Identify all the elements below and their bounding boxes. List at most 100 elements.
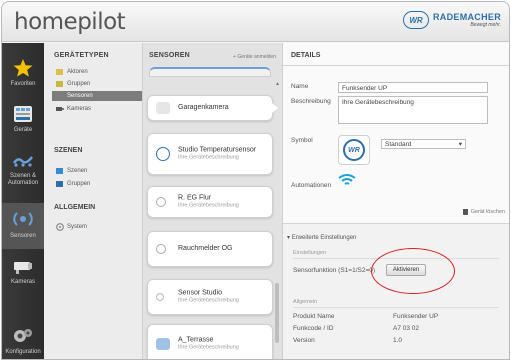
star-icon <box>13 59 33 77</box>
category-label: Sensoren <box>67 93 93 99</box>
camera-device-icon <box>156 102 170 114</box>
system-gear-icon <box>56 223 64 231</box>
name-input[interactable]: Funksender UP <box>338 82 488 93</box>
nav-label: Szenen & Automation <box>7 173 39 186</box>
name-label: Name <box>291 83 309 90</box>
divider <box>293 258 499 259</box>
scenes-item-gruppen[interactable]: Gruppen <box>56 179 142 189</box>
nav-label: Favoriten <box>10 81 36 87</box>
nav-favoriten[interactable]: Favoriten <box>2 59 44 88</box>
category-item-aktoren[interactable]: Aktoren <box>56 67 142 77</box>
szenen-icon <box>56 168 63 174</box>
delete-label: Gerät löschen <box>470 209 505 215</box>
wireless-signal-icon[interactable] <box>338 173 356 187</box>
main-navigation: Favoriten Geräte Szenen & Automation Sen… <box>2 43 44 359</box>
symbol-label: Symbol <box>291 137 313 144</box>
app-window: homepilot WR RADEMACHER Bewegt mehr. Fav… <box>1 1 510 360</box>
gruppen-icon <box>56 81 63 87</box>
sensor-name: A_Terrasse <box>178 336 214 344</box>
description-label: Beschreibung <box>291 98 331 105</box>
selected-arrow-icon <box>272 103 278 113</box>
window-sensor-icon <box>156 338 170 350</box>
info-row-label: Version <box>293 337 315 344</box>
brand-claim: Bewegt mehr. <box>470 22 501 28</box>
info-row-value: A7 03 02 <box>393 325 420 332</box>
symbol-select-value: Standard <box>385 140 412 148</box>
sensor-description: Ihre Gerätebeschreibung <box>178 154 239 161</box>
sensor-icon <box>13 212 33 226</box>
nav-label: Kameras <box>10 279 35 285</box>
smoke-detector-icon <box>156 197 166 207</box>
sensor-dot-icon <box>156 293 164 301</box>
aktoren-icon <box>56 69 63 75</box>
nav-sensoren[interactable]: Sensoren <box>2 203 44 249</box>
details-panel: DETAILS Name Funksender UP Beschreibung … <box>283 43 509 359</box>
nav-kameras[interactable]: Kameras <box>2 257 44 286</box>
app-logo: homepilot <box>14 9 126 35</box>
smoke-detector-icon <box>156 244 166 254</box>
scenes-title: SZENEN <box>54 147 83 154</box>
list-top-edge <box>149 67 271 77</box>
nav-geraete[interactable]: Geräte <box>2 105 44 134</box>
info-row-label: Funkcode / ID <box>293 325 334 332</box>
settings-heading: Einstellungen <box>293 250 327 256</box>
details-title: DETAILS <box>291 52 321 59</box>
sensor-card-garagenkamera[interactable]: Garagenkamera <box>147 95 278 121</box>
info-row-value: Funksender UP <box>393 313 439 320</box>
rademacher-symbol-icon: WR <box>343 139 365 161</box>
symbol-preview[interactable]: WR <box>338 135 370 165</box>
brand-logo: WR RADEMACHER Bewegt mehr. <box>403 11 501 29</box>
divider <box>293 307 499 308</box>
advanced-settings-section: ▾ Erweiterte Einstellungen Einstellungen… <box>283 223 509 359</box>
trash-icon <box>462 209 468 215</box>
sensor-description: Ihre Gerätebeschreibung <box>178 344 239 351</box>
list-scrollbar[interactable] <box>275 283 279 343</box>
info-row-value: 1.0 <box>393 337 403 344</box>
delete-device-link[interactable]: Gerät löschen <box>462 209 505 215</box>
category-label: Gruppen <box>67 181 91 187</box>
gears-icon <box>14 329 32 342</box>
header-bar: homepilot WR RADEMACHER Bewegt mehr. <box>2 2 509 42</box>
sensor-card-studio-temperatursensor[interactable]: Studio Temperatursensor Ihre Gerätebesch… <box>147 133 273 175</box>
general-title: ALLGEMEIN <box>54 204 96 211</box>
advanced-title: Erweiterte Einstellungen <box>291 235 357 241</box>
nav-label: Sensoren <box>10 233 36 239</box>
category-label: Aktoren <box>67 69 88 75</box>
sensors-title: SENSOREN <box>149 52 190 59</box>
sensor-card-r-eg-flur[interactable]: R. EG Flur Ihre Gerätebeschreibung <box>147 186 273 218</box>
sensor-name: Rauchmelder OG <box>178 245 233 252</box>
advanced-toggle[interactable]: ▾ Erweiterte Einstellungen <box>287 234 356 241</box>
camera-icon <box>14 262 32 274</box>
category-label: System <box>67 224 88 230</box>
symbol-select[interactable]: Standard ▾ <box>381 139 466 149</box>
sensor-card-sensor-studio[interactable]: Sensor Studio Ihre Gerätebeschreibung <box>147 279 273 315</box>
activate-button[interactable]: Aktivieren <box>386 264 426 276</box>
gruppen-blue-icon <box>56 181 63 187</box>
scenes-item-szenen[interactable]: Szenen <box>56 166 142 176</box>
category-item-gruppen[interactable]: Gruppen <box>56 79 142 89</box>
category-item-sensoren[interactable]: Sensoren <box>52 91 142 101</box>
category-title: GERÄTETYPEN <box>54 52 109 59</box>
category-label: Szenen <box>67 168 88 174</box>
sensor-description: Ihre Gerätebeschreibung <box>178 297 239 304</box>
camera-small-icon <box>56 107 64 111</box>
sensor-card-rauchmelder-og[interactable]: Rauchmelder OG <box>147 231 273 267</box>
nav-label: Konfiguration <box>5 349 41 355</box>
category-item-kameras[interactable]: Kameras <box>56 104 142 114</box>
dropdown-arrow-icon: ▾ <box>458 141 462 148</box>
brand-name: RADEMACHER <box>433 12 501 22</box>
sensor-function-label: Sensorfunktion (S1=1/S2=0) <box>293 267 376 274</box>
sensor-name: R. EG Flur <box>178 194 212 202</box>
scenes-icon <box>12 156 33 167</box>
category-label: Gruppen <box>67 81 91 87</box>
nav-szenen[interactable]: Szenen & Automation <box>2 151 44 187</box>
scroll-up-arrow-icon[interactable]: ▲ <box>275 81 280 87</box>
add-device-link[interactable]: + Geräte anmelden <box>233 54 276 60</box>
automation-label: Automationen <box>291 182 332 189</box>
devices-icon <box>14 106 32 122</box>
description-textarea[interactable]: Ihre Gerätebeschreibung <box>338 96 488 124</box>
sensor-name: Garagenkamera <box>178 104 229 111</box>
sensor-card-a-terrasse[interactable]: A_Terrasse Ihre Gerätebeschreibung <box>147 324 273 359</box>
general-item-system[interactable]: System <box>56 222 142 232</box>
nav-konfiguration[interactable]: Konfiguration <box>2 327 44 356</box>
